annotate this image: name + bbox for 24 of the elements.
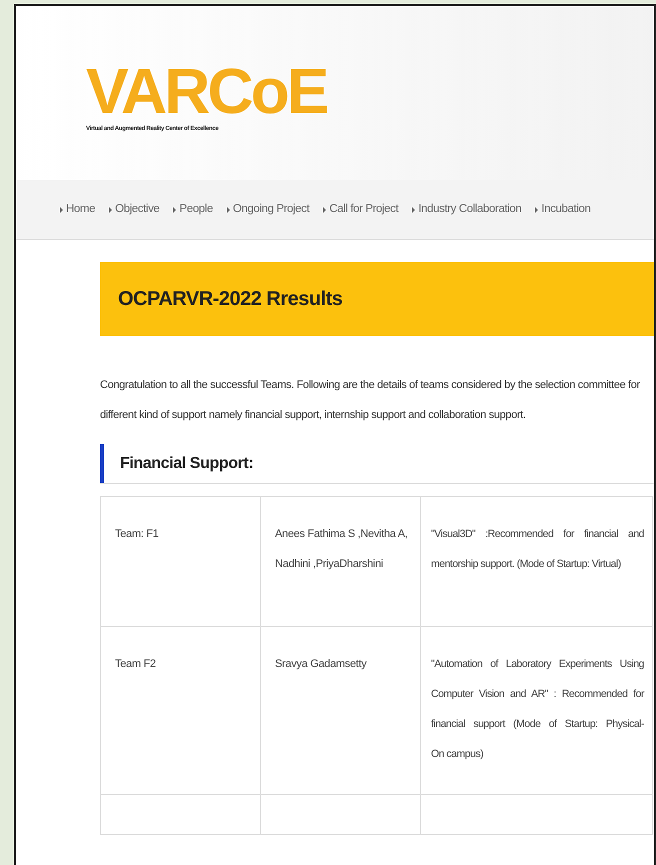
caret-icon bbox=[412, 206, 416, 212]
table-cell: Team: F1 bbox=[100, 496, 260, 626]
caret-icon bbox=[535, 206, 538, 212]
table-cell: Sravya Gadamsetty bbox=[260, 626, 420, 794]
caret-icon bbox=[226, 206, 230, 212]
page-title: OCPARVR-2022 Rresults bbox=[100, 262, 654, 336]
table-cell: Anees Fathima S ,Nevitha A, Nadhini ,PriyaDharshini bbox=[260, 496, 420, 626]
table-cell: "Visual3D" :Recommended for financial and mentorship support. (Mode of Startup: Virtual) bbox=[420, 496, 652, 626]
nav-link[interactable]: Industry Collaboration bbox=[412, 200, 522, 218]
nav-link[interactable]: Objective bbox=[109, 200, 160, 218]
heading-accent-bar bbox=[100, 444, 104, 483]
section-heading: Financial Support: bbox=[119, 454, 254, 474]
nav-link[interactable]: Incubation bbox=[535, 200, 590, 218]
caret-icon bbox=[173, 206, 176, 212]
intro-paragraph: Congratulation to all the successful Teams. Following are the details of teams considered by the selection committee for different kind of support namely financial support, internship support and collaboration support. bbox=[100, 378, 641, 423]
nav-link[interactable]: Call for Project bbox=[323, 200, 398, 218]
table-cell: "Automation of Laboratory Experiments Using Computer Vision and AR" : Recommended for financial support (Mode of Startup: Physical- On campus) bbox=[420, 626, 652, 794]
nav-link[interactable]: People bbox=[173, 200, 213, 218]
caret-icon bbox=[323, 206, 326, 212]
table-cell: Team F2 bbox=[100, 626, 260, 794]
caret-icon bbox=[109, 206, 112, 212]
nav-link[interactable]: Home bbox=[60, 200, 96, 218]
caret-icon bbox=[60, 206, 63, 212]
nav-link[interactable]: Ongoing Project bbox=[226, 200, 310, 218]
